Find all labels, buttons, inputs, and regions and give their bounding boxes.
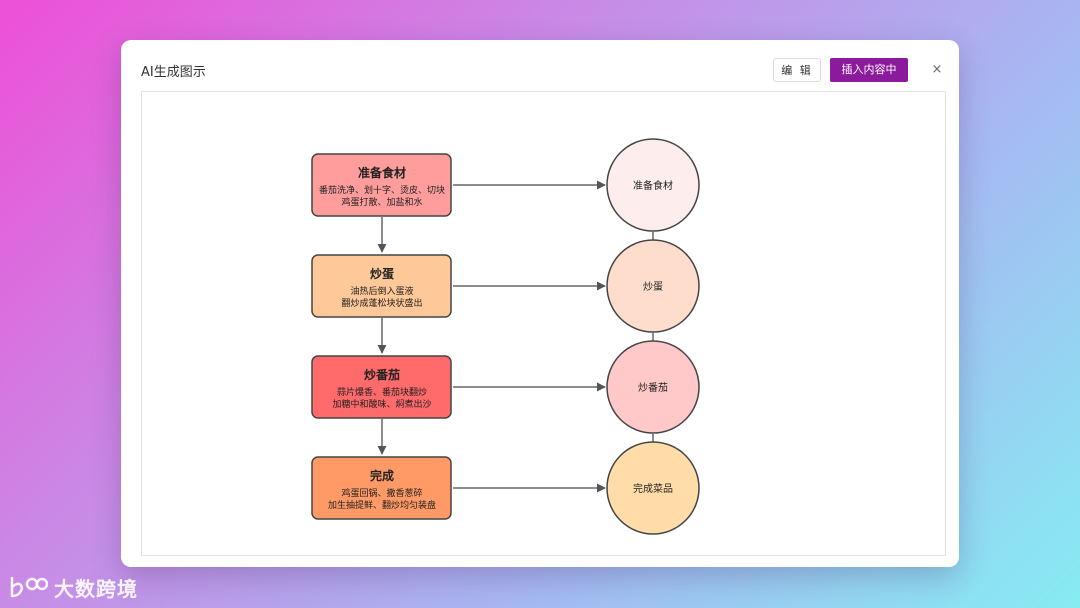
circle-node-4: 完成菜品 [606,441,700,535]
circle-node-3: 炒番茄 [606,340,700,434]
step-node-4: 完成 鸡蛋回锅、撒香葱碎 加生抽提鲜、翻炒均匀装盘 [311,456,452,520]
step-node-2: 炒蛋 油热后倒入蛋液 翻炒成蓬松块状盛出 [311,254,452,318]
step-detail: 加糖中和酸味、焖煮出沙 [332,398,431,410]
circle-label: 准备食材 [633,179,673,192]
close-icon[interactable]: × [929,62,945,78]
step-title: 完成 [370,468,394,483]
circle-node-2: 炒蛋 [606,239,700,333]
circle-label: 完成菜品 [633,482,673,495]
step-title: 准备食材 [358,165,406,180]
flow-diagram: 准备食材 番茄洗净、划十字、烫皮、切块 鸡蛋打散、加盐和水 炒蛋 油热后倒入蛋液… [311,138,700,535]
brand-logo-icon [10,576,48,598]
circle-label: 炒番茄 [638,381,668,394]
dialog-title: AI生成图示 [141,65,206,80]
step-title: 炒蛋 [370,267,394,281]
circle-node-1: 准备食材 [606,138,700,232]
step-detail: 油热后倒入蛋液 [350,285,413,297]
step-detail: 番茄洗净、划十字、烫皮、切块 [319,184,445,196]
diagram-canvas: 准备食材 番茄洗净、划十字、烫皮、切块 鸡蛋打散、加盐和水 炒蛋 油热后倒入蛋液… [141,91,946,556]
step-detail: 鸡蛋打散、加盐和水 [341,196,422,208]
ai-diagram-dialog: AI生成图示 编 辑 插入内容中 × 准备食材 番茄洗净、划十字、烫皮、切块 鸡… [121,40,959,567]
step-detail: 加生抽提鲜、翻炒均匀装盘 [328,499,436,511]
circle-label: 炒蛋 [643,281,663,293]
insert-content-button[interactable]: 插入内容中 [830,58,908,82]
step-node-1: 准备食材 番茄洗净、划十字、烫皮、切块 鸡蛋打散、加盐和水 [311,153,452,217]
watermark-text: 大数跨境 [54,576,138,601]
edit-button[interactable]: 编 辑 [773,58,821,82]
step-detail: 蒜片爆香、番茄块翻炒 [337,386,427,398]
step-detail: 翻炒成蓬松块状盛出 [341,297,422,309]
watermark-logo: 大数跨境 [8,572,138,602]
step-node-3: 炒番茄 蒜片爆香、番茄块翻炒 加糖中和酸味、焖煮出沙 [311,355,452,419]
step-title: 炒番茄 [364,367,400,382]
step-detail: 鸡蛋回锅、撒香葱碎 [341,487,422,499]
